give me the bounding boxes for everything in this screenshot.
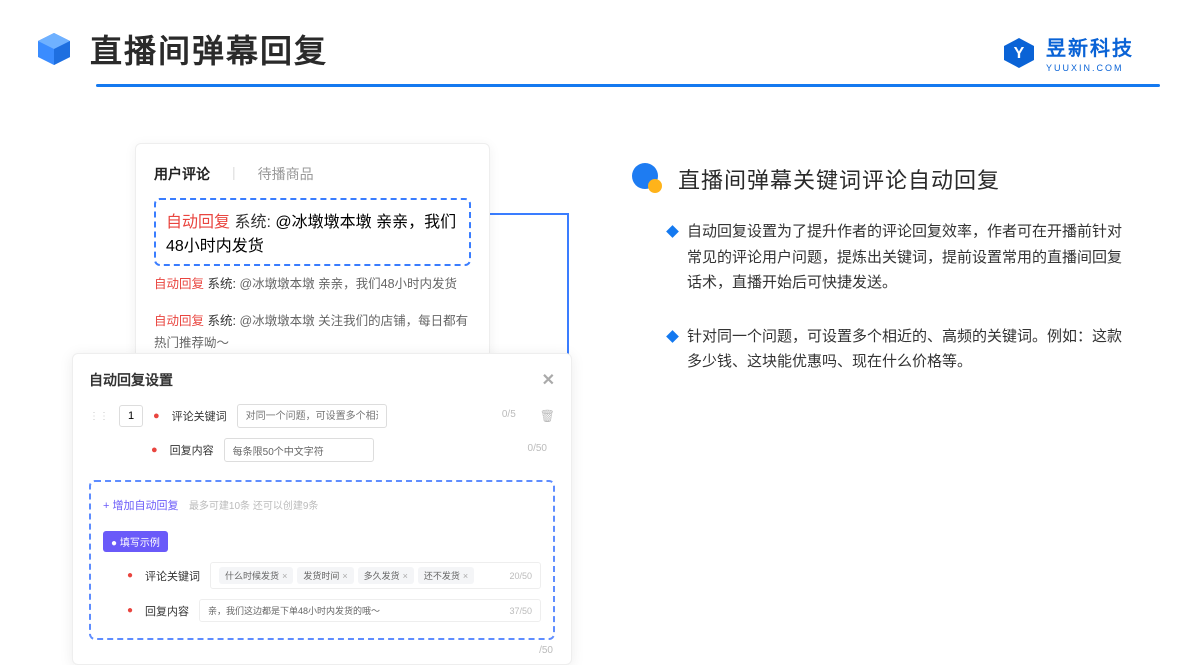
- ex-keyword-input[interactable]: 什么时候发货× 发货时间× 多久发货× 还不发货× 20/50: [210, 562, 541, 589]
- auto-reply-tag: 自动回复: [154, 277, 204, 291]
- highlighted-comment: 自动回复 系统: @冰墩墩本墩 亲亲，我们48小时内发货: [154, 198, 471, 266]
- connector: [489, 213, 567, 215]
- svg-text:Y: Y: [1014, 45, 1025, 62]
- example-badge: ● 填写示例: [103, 531, 168, 552]
- reply-count: 0/50: [528, 443, 547, 454]
- auto-reply-tag: 自动回复: [166, 214, 230, 231]
- page-title: 直播间弹幕回复: [90, 26, 328, 72]
- ex-reply-label: 回复内容: [145, 603, 189, 619]
- bullet-text: 自动回复设置为了提升作者的评论回复效率，作者可在开播前针对常见的评论用户问题，提…: [687, 219, 1130, 296]
- brand-sub: YUUXIN.COM: [1046, 63, 1134, 73]
- diamond-icon: [666, 225, 679, 238]
- add-auto-reply-link[interactable]: + 增加自动回复: [103, 497, 178, 513]
- keyword-count: 0/5: [502, 409, 516, 420]
- tag-chip[interactable]: 发货时间×: [297, 567, 353, 584]
- tab-separator: |: [232, 164, 236, 184]
- brand-name: 昱新科技: [1046, 32, 1134, 61]
- required-icon: ●: [151, 444, 158, 456]
- example-box: + 增加自动回复 最多可建10条 还可以创建9条 ● 填写示例 ● 评论关键词 …: [89, 480, 555, 640]
- tag-chip[interactable]: 多久发货×: [358, 567, 414, 584]
- system-label: 系统:: [208, 277, 240, 291]
- tag-chip[interactable]: 什么时候发货×: [219, 567, 293, 584]
- diamond-icon: [666, 330, 679, 343]
- drag-handle-icon[interactable]: ⋮⋮: [89, 411, 109, 422]
- bubble-icon: [632, 163, 664, 195]
- required-icon: ●: [153, 410, 160, 422]
- reply-input[interactable]: [224, 438, 374, 462]
- settings-title: 自动回复设置: [89, 370, 173, 390]
- system-label: 系统:: [208, 314, 240, 328]
- keyword-input[interactable]: [237, 404, 387, 428]
- ex-reply-count: 37/50: [509, 606, 532, 616]
- comment-text: @冰墩墩本墩 亲亲，我们48小时内发货: [239, 277, 457, 291]
- ex-keyword-count: 20/50: [509, 571, 532, 581]
- reply-label: 回复内容: [170, 442, 214, 458]
- required-icon: ●: [127, 570, 133, 581]
- outer-count: /50: [539, 645, 553, 656]
- section-title: 直播间弹幕关键词评论自动回复: [678, 163, 1000, 195]
- ex-reply-input[interactable]: 亲，我们这边都是下单48小时内发货的哦～ 37/50: [199, 599, 541, 622]
- order-input[interactable]: [119, 405, 143, 427]
- bullet-text: 针对同一个问题，可设置多个相近的、高频的关键词。例如：这款多少钱、这块能优惠吗、…: [687, 324, 1130, 375]
- auto-reply-tag: 自动回复: [154, 314, 204, 328]
- tab-user-comments[interactable]: 用户评论: [154, 164, 210, 184]
- divider: [96, 84, 1160, 87]
- close-icon[interactable]: ✕: [542, 370, 555, 390]
- add-hint: 最多可建10条 还可以创建9条: [189, 501, 318, 512]
- tag-chip[interactable]: 还不发货×: [418, 567, 474, 584]
- system-label: 系统:: [234, 214, 275, 231]
- keyword-label: 评论关键词: [172, 408, 227, 424]
- brand-logo: Y 昱新科技 YUUXIN.COM: [1002, 32, 1134, 73]
- delete-icon[interactable]: 🗑: [540, 409, 555, 423]
- auto-reply-settings-panel: 自动回复设置 ✕ ⋮⋮ ● 评论关键词 0/5 🗑 ● 回复内容: [72, 353, 572, 665]
- comment-row: 自动回复 系统: @冰墩墩本墩 亲亲，我们48小时内发货: [154, 266, 471, 303]
- bullet-item: 自动回复设置为了提升作者的评论回复效率，作者可在开播前针对常见的评论用户问题，提…: [668, 219, 1130, 296]
- ex-keyword-label: 评论关键词: [145, 568, 200, 584]
- required-icon: ●: [127, 605, 133, 616]
- bullet-item: 针对同一个问题，可设置多个相近的、高频的关键词。例如：这款多少钱、这块能优惠吗、…: [668, 324, 1130, 375]
- cube-icon: [34, 29, 74, 69]
- tab-pending-products[interactable]: 待播商品: [258, 164, 314, 184]
